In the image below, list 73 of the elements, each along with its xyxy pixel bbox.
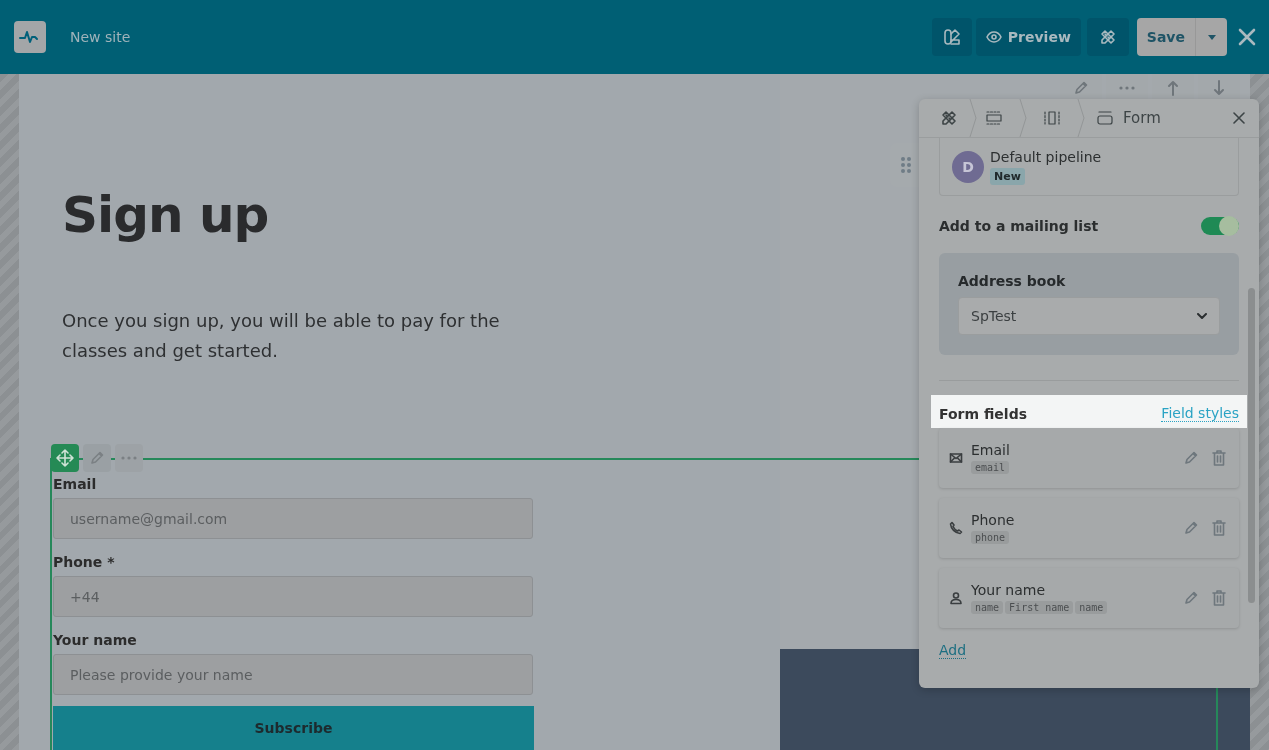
delete-button[interactable] xyxy=(1209,518,1229,538)
pencil-icon xyxy=(1183,450,1199,466)
form-field-card[interactable]: Email email xyxy=(939,428,1239,488)
form-field-card[interactable]: Your name name First name name xyxy=(939,568,1239,628)
close-icon xyxy=(1237,27,1257,47)
arrow-down-icon xyxy=(1213,80,1225,96)
input-field[interactable]: username@gmail.com xyxy=(53,498,533,539)
logo-icon[interactable] xyxy=(14,21,46,53)
arrow-up-icon xyxy=(1167,80,1179,96)
intro-text: Once you sign up, you will be able to pay for the classes and get started. xyxy=(62,309,501,363)
pencil-ruler-icon xyxy=(1098,28,1117,46)
delete-button[interactable] xyxy=(1209,448,1229,468)
column-icon xyxy=(1043,111,1061,125)
caret-icon xyxy=(1207,34,1216,40)
save-button[interactable]: Save xyxy=(1136,18,1195,56)
site-name: New site xyxy=(70,29,132,45)
phone-icon xyxy=(949,521,963,535)
section-title: Form fields xyxy=(939,405,1027,422)
mailing-list-toggle[interactable] xyxy=(1201,217,1239,235)
grip-icon xyxy=(900,156,912,174)
pencil-icon xyxy=(1183,520,1199,536)
section-icon xyxy=(985,111,1003,125)
field-name: Email xyxy=(971,442,1011,458)
pencil-icon xyxy=(1073,80,1089,96)
move-icon xyxy=(56,449,74,467)
add-link[interactable]: Add xyxy=(939,642,967,659)
field-tag: phone xyxy=(971,531,1010,544)
more-icon xyxy=(1119,86,1135,90)
pencil-icon xyxy=(89,450,105,466)
pipeline-name: Default pipeline xyxy=(990,148,1102,165)
avatar: D xyxy=(952,150,984,183)
trash-icon xyxy=(1212,520,1226,536)
form-icon xyxy=(1097,111,1113,125)
pencil-ruler-icon xyxy=(940,109,958,127)
save-options-button[interactable] xyxy=(1195,18,1227,56)
toggle-label: Add to a mailing list xyxy=(939,218,1099,234)
input-field[interactable]: +44 xyxy=(53,576,533,617)
panel-title: Form xyxy=(1123,109,1162,127)
move-button[interactable] xyxy=(51,444,79,472)
eye-icon xyxy=(985,29,1002,45)
pipeline-card[interactable]: D Default pipeline New xyxy=(939,138,1239,196)
delete-button[interactable] xyxy=(1209,588,1229,608)
field-name: Your name xyxy=(971,582,1047,598)
field-tag: First name xyxy=(1005,601,1074,614)
field-tag: name xyxy=(971,601,1004,614)
envelope-icon xyxy=(949,451,963,465)
field-styles-link[interactable]: Field styles xyxy=(1161,405,1239,422)
paint-bucket-button[interactable] xyxy=(931,18,972,56)
page-heading: Sign up xyxy=(62,186,269,244)
field-name: Phone xyxy=(971,512,1016,528)
scrollbar[interactable] xyxy=(1248,288,1255,603)
field-tag: name xyxy=(1075,601,1108,614)
edit-button[interactable] xyxy=(83,444,111,472)
field-tag: email xyxy=(971,461,1010,474)
field-label: Phone * xyxy=(53,554,116,570)
subscribe-button[interactable]: Subscribe xyxy=(53,706,534,750)
form-field-card[interactable]: Phone phone xyxy=(939,498,1239,558)
person-icon xyxy=(949,591,963,605)
more-button[interactable] xyxy=(115,444,143,472)
pencil-icon xyxy=(1183,590,1199,606)
chevron-down-icon xyxy=(1197,313,1207,319)
trash-icon xyxy=(1212,450,1226,466)
input-field[interactable]: Please provide your name xyxy=(53,654,533,695)
close-icon xyxy=(1233,112,1245,124)
address-book-select[interactable]: SpTest xyxy=(958,297,1220,335)
field-label: Email xyxy=(53,476,98,492)
status-badge: New xyxy=(990,167,1025,185)
address-book-label: Address book xyxy=(958,273,1067,289)
design-tools-button[interactable] xyxy=(1086,18,1129,56)
trash-icon xyxy=(1212,590,1226,606)
more-icon xyxy=(121,456,137,460)
preview-button[interactable]: Preview xyxy=(975,18,1081,56)
field-label: Your name xyxy=(53,632,138,648)
